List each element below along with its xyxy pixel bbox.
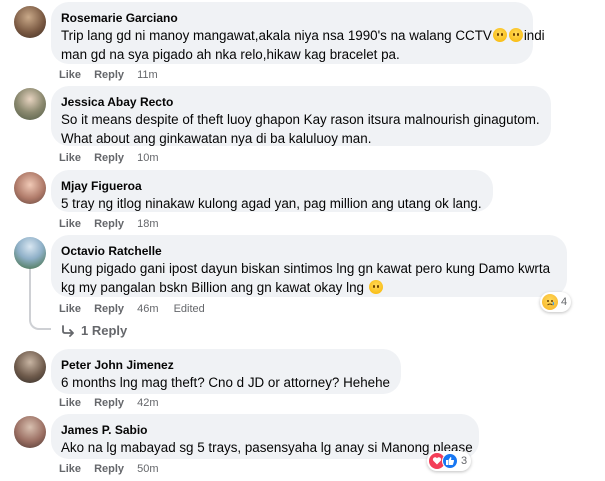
comment-line: So it means despite of theft luoy ghapon… <box>61 112 540 127</box>
avatar[interactable] <box>14 237 46 269</box>
comment-actions: Like Reply 18m <box>59 217 171 231</box>
comment-line: Ako na lg mabayad sg 5 trays, pasensyaha… <box>61 440 473 455</box>
comment-bubble: Octavio Ratchelle Kung pigado gani ipost… <box>51 235 567 297</box>
sad-reaction-icon <box>542 294 558 310</box>
reaction-summary[interactable]: 4 <box>540 292 572 312</box>
commenter-name[interactable]: Peter John Jimenez <box>61 357 389 373</box>
commenter-name[interactable]: Rosemarie Garciano <box>61 10 521 26</box>
reaction-count: 4 <box>561 296 568 308</box>
comment-line: 6 months lng mag theft? Cno d JD or atto… <box>61 375 391 390</box>
timestamp[interactable]: 50m <box>137 463 158 475</box>
avatar[interactable] <box>14 6 46 38</box>
like-button[interactable]: Like <box>59 463 81 475</box>
comment-actions: Like Reply 10m <box>59 151 171 165</box>
like-button[interactable]: Like <box>59 69 81 81</box>
commenter-name[interactable]: Jessica Abay Recto <box>61 94 539 110</box>
timestamp[interactable]: 46m <box>137 303 158 315</box>
commenter-name[interactable]: Octavio Ratchelle <box>61 243 555 259</box>
reply-button[interactable]: Reply <box>94 152 124 164</box>
thread-connector <box>29 318 51 330</box>
like-button[interactable]: Like <box>59 397 81 409</box>
crying-face-icon <box>508 28 523 42</box>
thread-line <box>29 268 31 320</box>
comment-bubble: Jessica Abay Recto So it means despite o… <box>51 86 551 146</box>
commenter-name[interactable]: Mjay Figueroa <box>61 178 481 194</box>
comment-line: 5 tray ng itlog ninakaw kulong agad yan,… <box>61 196 482 211</box>
reaction-count: 3 <box>461 455 468 467</box>
comment-actions: Like Reply 50m <box>59 462 171 476</box>
reply-count-label: 1 Reply <box>81 323 128 338</box>
comment-bubble: James P. Sabio Ako na lg mabayad sg 5 tr… <box>51 414 479 459</box>
view-replies-button[interactable]: 1 Reply <box>61 323 127 338</box>
edited-label: Edited <box>173 303 205 315</box>
comment-line: man gd na sya pigado ah nka relo,hikaw k… <box>61 47 400 62</box>
avatar[interactable] <box>14 351 46 383</box>
like-button[interactable]: Like <box>59 152 81 164</box>
comment-bubble: Mjay Figueroa 5 tray ng itlog ninakaw ku… <box>51 170 493 212</box>
timestamp[interactable]: 10m <box>137 152 158 164</box>
reply-button[interactable]: Reply <box>94 463 124 475</box>
crying-face-icon <box>492 28 507 42</box>
comment-actions: Like Reply 46m Edited <box>59 302 205 316</box>
comment-line: kg my pangalan bskn Billion ang gn kawat… <box>61 280 364 295</box>
avatar[interactable] <box>14 172 46 204</box>
reply-button[interactable]: Reply <box>94 69 124 81</box>
reply-button[interactable]: Reply <box>94 303 124 315</box>
comment-bubble: Rosemarie Garciano Trip lang gd ni manoy… <box>51 2 545 64</box>
comment-actions: Like Reply 42m <box>59 396 171 410</box>
like-button[interactable]: Like <box>59 303 81 315</box>
avatar[interactable] <box>14 88 46 120</box>
timestamp[interactable]: 18m <box>137 218 158 230</box>
comment-bubble: Peter John Jimenez 6 months lng mag thef… <box>51 349 401 394</box>
comment-text: Trip lang gd ni manoy mangawat,akala niy… <box>61 26 545 45</box>
comment-line: Kung pigado gani ipost dayun biskan sint… <box>61 261 551 276</box>
reply-arrow-icon <box>62 324 74 337</box>
timestamp[interactable]: 11m <box>137 69 158 81</box>
comment-text: kg my pangalan bskn Billion ang gn kawat… <box>61 278 555 297</box>
comment-line: What about ang ginkawatan nya di ba kalu… <box>61 131 372 146</box>
like-reaction-icon <box>442 453 458 469</box>
worried-face-icon <box>368 280 383 294</box>
reply-button[interactable]: Reply <box>94 397 124 409</box>
like-button[interactable]: Like <box>59 218 81 230</box>
reaction-summary[interactable]: 3 <box>427 451 472 471</box>
timestamp[interactable]: 42m <box>137 397 158 409</box>
comment-line: indi <box>523 28 545 43</box>
avatar[interactable] <box>14 416 46 448</box>
comment-line: Trip lang gd ni manoy mangawat,akala niy… <box>61 28 492 43</box>
commenter-name[interactable]: James P. Sabio <box>61 422 467 438</box>
reply-button[interactable]: Reply <box>94 218 124 230</box>
comment-actions: Like Reply 11m <box>59 68 170 82</box>
